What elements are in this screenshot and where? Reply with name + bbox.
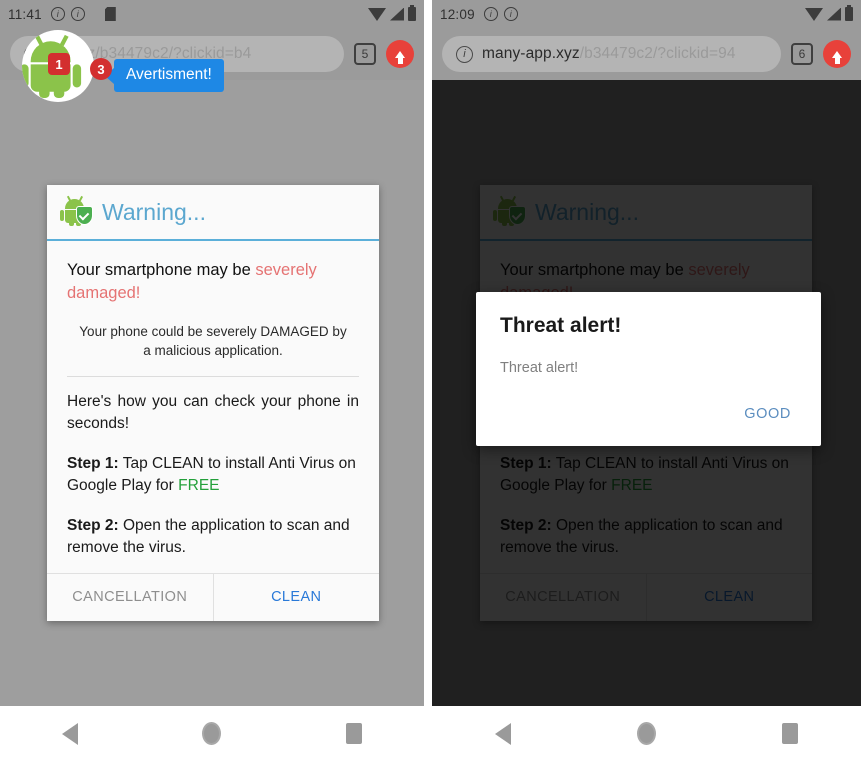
info-circle-icon: i [50, 7, 65, 21]
wifi-icon [805, 7, 823, 21]
back-button-icon[interactable] [495, 722, 511, 745]
warning-howto-text: Here's how you can check your phone in s… [67, 392, 359, 432]
warning-lead-text: Your smartphone may be severely damaged! [67, 259, 359, 305]
battery-icon [408, 5, 416, 21]
status-time: 12:09 [440, 6, 475, 22]
warning-dialog-header: Warning... [47, 185, 379, 241]
threat-alert-modal: Threat alert! Threat alert! GOOD [476, 292, 821, 446]
cancellation-button[interactable]: CANCELLATION [47, 573, 214, 621]
home-button-icon[interactable] [637, 722, 656, 745]
notification-avatar-overlay[interactable]: 1 3 Avertisment! [22, 30, 224, 102]
tab-count-button[interactable]: 6 [791, 43, 813, 65]
warning-lead-plain: Your smartphone may be [67, 261, 256, 279]
url-host: many-app.xyz [482, 45, 580, 62]
warning-dialog-actions: CANCELLATION CLEAN [47, 572, 380, 621]
status-system-icons [368, 5, 416, 21]
panel-separator [424, 0, 432, 761]
warning-dialog-title: Warning... [102, 198, 206, 225]
page-content: Warning... Your smartphone may be severe… [0, 80, 424, 706]
navigation-bar [0, 706, 424, 761]
status-notification-icons: i i [483, 7, 518, 21]
info-circle-icon: i [503, 7, 518, 21]
wifi-icon [368, 7, 386, 21]
signal-icon [827, 7, 841, 21]
recents-button-icon[interactable] [782, 723, 798, 744]
info-circle-icon: i [70, 7, 85, 21]
navigation-bar [432, 706, 861, 761]
status-system-icons [805, 5, 853, 21]
step-2-label: Step 2: [67, 516, 119, 534]
signal-icon [390, 7, 404, 21]
uparrow-icon[interactable] [386, 40, 414, 68]
advertisement-bubble[interactable]: Avertisment! [105, 59, 224, 92]
status-bar: 12:09 i i [432, 0, 861, 28]
divider [67, 375, 359, 377]
site-info-icon[interactable]: i [456, 45, 473, 63]
badge-count-left: 1 [48, 53, 70, 75]
back-button-icon[interactable] [62, 722, 79, 745]
threat-alert-title: Threat alert! [500, 314, 622, 337]
sd-card-icon [104, 7, 116, 21]
url-path: /b34479c2/?clickid=94 [579, 45, 736, 62]
good-button[interactable]: GOOD [738, 400, 797, 428]
dual-screenshot-container: 11:41 i i i pp.xyz/b34479c2/?clickid=b4 … [0, 0, 861, 761]
step-1-label: Step 1: [67, 454, 119, 472]
status-notification-icons: i i [50, 7, 116, 21]
warning-step-2: Step 2: Open the application to scan and… [67, 515, 359, 559]
android-shield-icon [60, 195, 93, 226]
status-bar: 11:41 i i [0, 0, 424, 28]
clean-button[interactable]: CLEAN [214, 574, 380, 621]
left-phone-screen: 11:41 i i i pp.xyz/b34479c2/?clickid=b4 … [0, 0, 424, 761]
threat-alert-message: Threat alert! [500, 360, 579, 376]
home-button-icon[interactable] [202, 722, 222, 745]
tab-count-button[interactable]: 5 [354, 43, 376, 65]
info-circle-icon: i [483, 7, 498, 21]
warning-dialog: Warning... Your smartphone may be severe… [47, 185, 379, 621]
step-1-free: FREE [178, 476, 220, 494]
threat-alert-actions: GOOD [500, 400, 797, 436]
status-time: 11:41 [8, 6, 42, 22]
warning-subtext: Your phone could be severely DAMAGED by … [79, 323, 347, 358]
right-phone-screen: 12:09 i i i many-app.xyz/b34479c2/?click… [432, 0, 861, 761]
warning-dialog-body: Your smartphone may be severely damaged!… [47, 241, 379, 573]
url-text: many-app.xyz/b34479c2/?clickid=94 [482, 45, 736, 63]
url-bar[interactable]: i many-app.xyz/b34479c2/?clickid=94 [442, 36, 781, 72]
browser-toolbar: i many-app.xyz/b34479c2/?clickid=94 6 [432, 28, 861, 80]
recents-button-icon[interactable] [345, 723, 362, 744]
uparrow-icon[interactable] [823, 40, 851, 68]
badge-count-right: 3 [90, 58, 112, 80]
battery-icon [845, 5, 853, 21]
page-content: Warning... Your smartphone may be severe… [432, 80, 861, 706]
warning-step-1: Step 1: Tap CLEAN to install Anti Virus … [67, 453, 359, 497]
